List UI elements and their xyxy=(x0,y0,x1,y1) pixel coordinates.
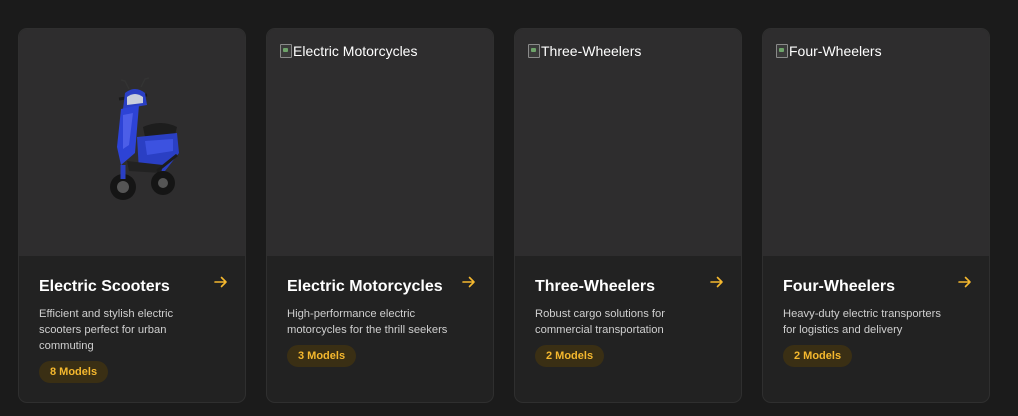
models-count-badge: 3 Models xyxy=(287,345,357,367)
card-title[interactable]: Four-Wheelers xyxy=(783,278,895,296)
card-image xyxy=(19,29,245,256)
broken-image-icon xyxy=(280,44,292,58)
card-image: Three-Wheelers xyxy=(515,29,741,256)
arrow-right-icon[interactable] xyxy=(213,274,229,290)
models-count-badge: 8 Models xyxy=(39,361,109,383)
category-card-four-wheelers[interactable]: Four-Wheelers Four-Wheelers Heavy-duty e… xyxy=(762,28,990,403)
image-alt-text: Four-Wheelers xyxy=(776,43,882,59)
card-title[interactable]: Electric Scooters xyxy=(39,278,170,296)
card-description: Robust cargo solutions for commercial tr… xyxy=(535,308,665,336)
image-alt-text: Three-Wheelers xyxy=(528,43,641,59)
image-alt-label: Electric Motorcycles xyxy=(293,43,418,59)
card-title[interactable]: Three-Wheelers xyxy=(535,278,655,296)
category-card-electric-scooters[interactable]: Electric Scooters Efficient and stylish … xyxy=(18,28,246,403)
card-description: High-performance electric motorcycles fo… xyxy=(287,308,448,336)
models-count-badge: 2 Models xyxy=(535,345,605,367)
arrow-right-icon[interactable] xyxy=(709,274,725,290)
card-image: Four-Wheelers xyxy=(763,29,989,256)
scooter-image xyxy=(110,77,179,200)
category-card-three-wheelers[interactable]: Three-Wheelers Three-Wheelers Robust car… xyxy=(514,28,742,403)
broken-image-icon xyxy=(528,44,540,58)
category-grid: Electric Scooters Efficient and stylish … xyxy=(0,0,1018,416)
category-card-electric-motorcycles[interactable]: Electric Motorcycles Electric Motorcycle… xyxy=(266,28,494,403)
broken-image-icon xyxy=(776,44,788,58)
models-count-badge: 2 Models xyxy=(783,345,853,367)
card-description: Heavy-duty electric transporters for log… xyxy=(783,308,941,336)
arrow-right-icon[interactable] xyxy=(461,274,477,290)
image-alt-text: Electric Motorcycles xyxy=(280,43,417,59)
card-image: Electric Motorcycles xyxy=(267,29,493,256)
card-description: Efficient and stylish electric scooters … xyxy=(39,308,174,352)
card-title[interactable]: Electric Motorcycles xyxy=(287,278,443,296)
image-alt-label: Three-Wheelers xyxy=(541,43,642,59)
image-alt-label: Four-Wheelers xyxy=(789,43,882,59)
arrow-right-icon[interactable] xyxy=(957,274,973,290)
